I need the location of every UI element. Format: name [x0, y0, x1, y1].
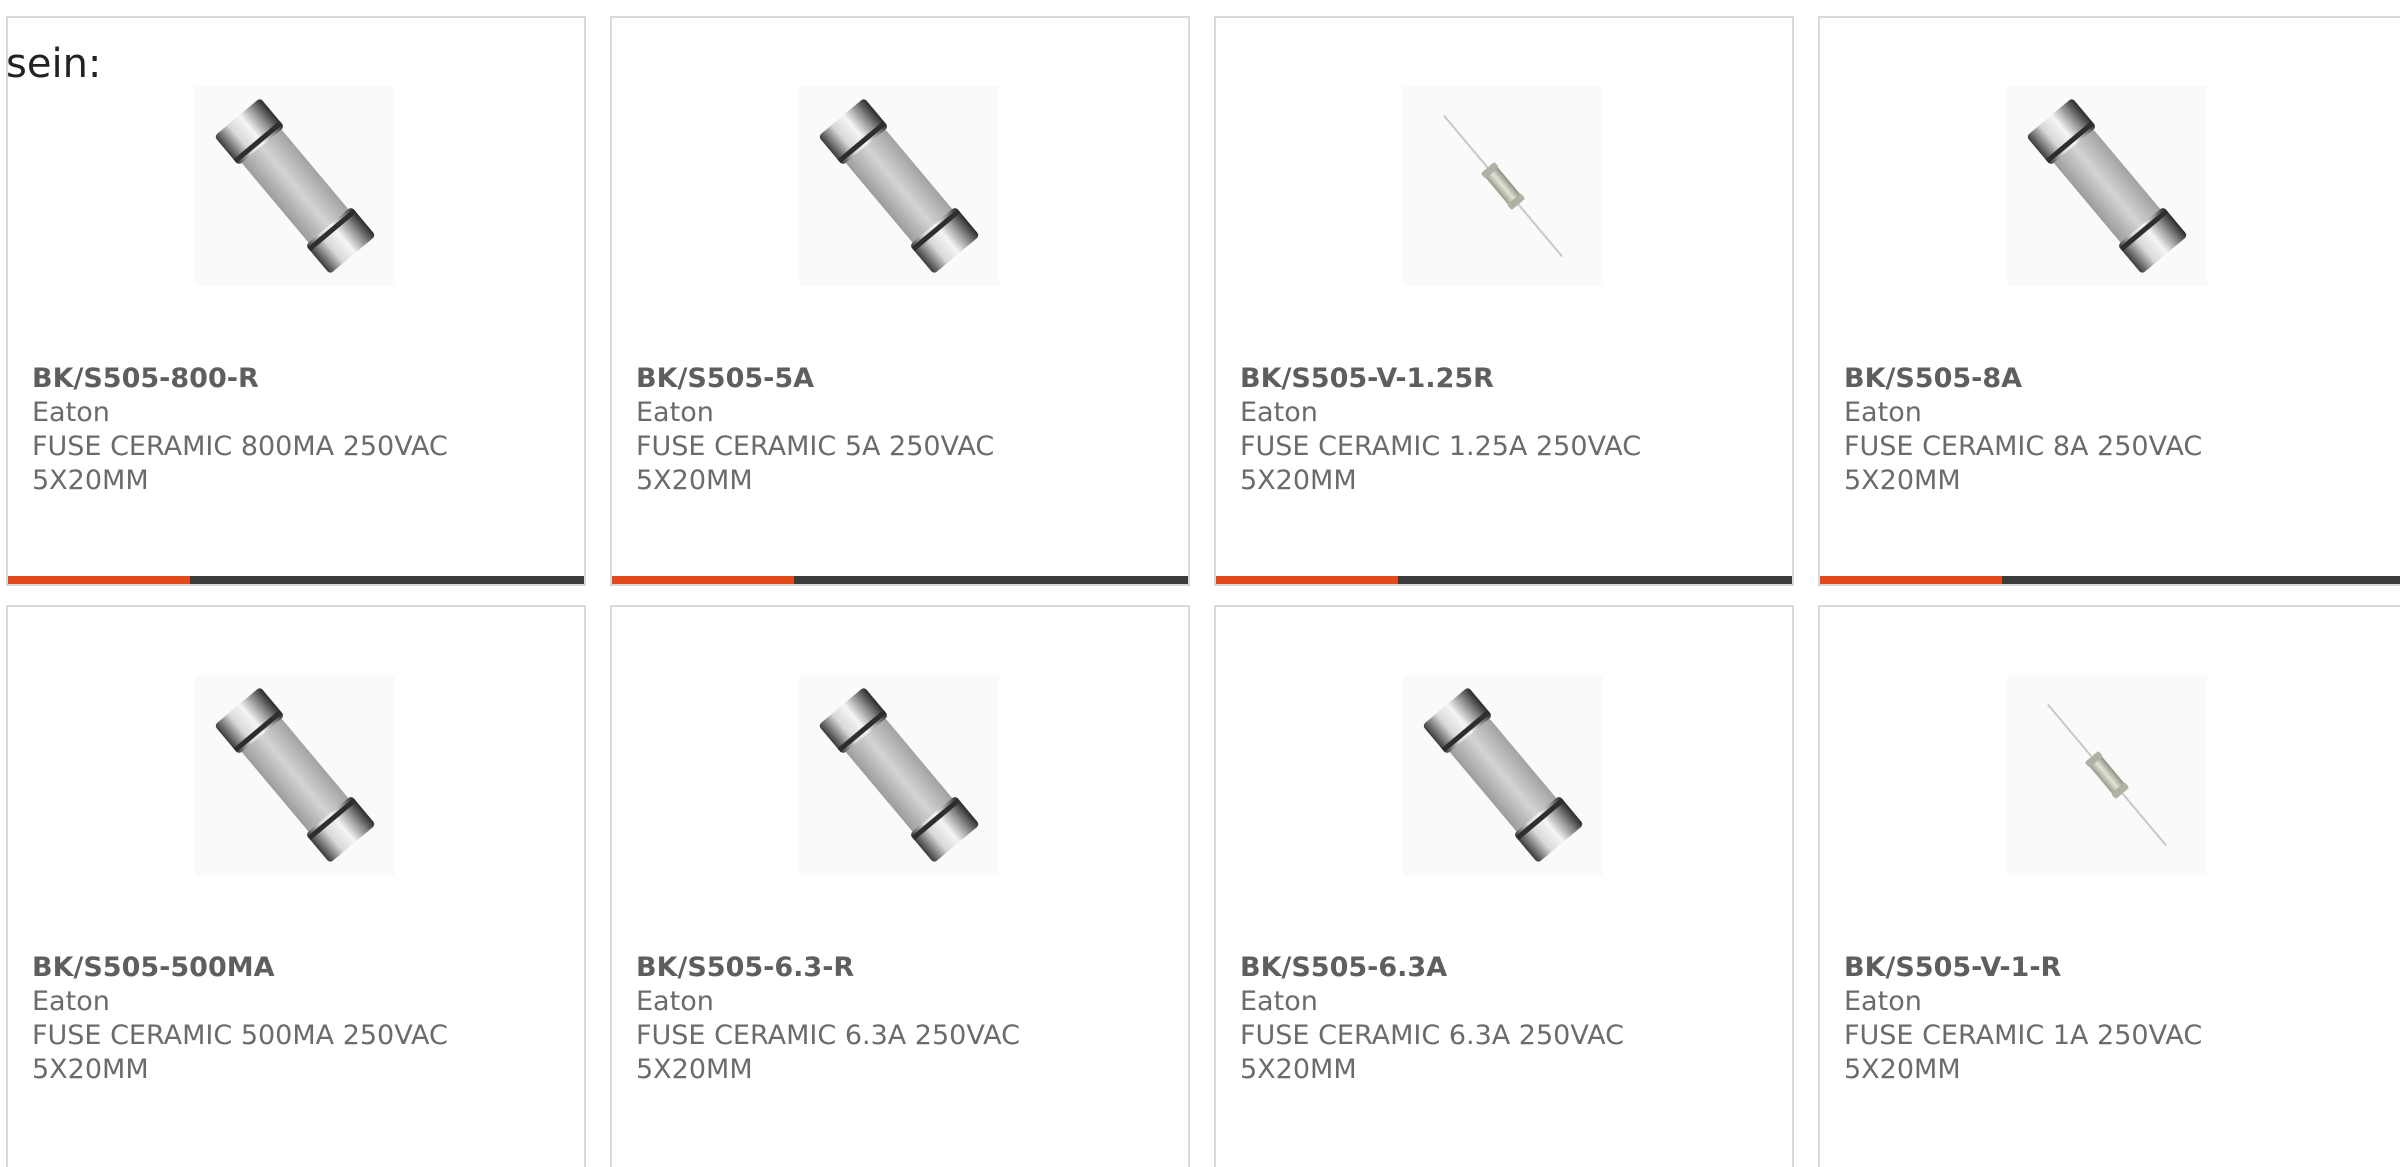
product-card[interactable]: BK/S505-5A Eaton FUSE CERAMIC 5A 250VAC …: [610, 16, 1190, 586]
part-number-link[interactable]: BK/S505-8A: [1844, 362, 2386, 396]
size: 5X20MM: [636, 465, 753, 496]
manufacturer: Eaton: [1240, 986, 1318, 1017]
part-number-link[interactable]: BK/S505-6.3-R: [636, 951, 1168, 985]
cartridge-fuse-icon: [215, 99, 375, 273]
part-number-link[interactable]: BK/S505-6.3A: [1240, 951, 1772, 985]
description: FUSE CERAMIC 1.25A 250VAC: [1240, 431, 1642, 462]
card-footer-bar: [1820, 576, 2400, 584]
product-info: BK/S505-500MA Eaton FUSE CERAMIC 500MA 2…: [32, 951, 564, 1087]
product-info: BK/S505-V-1.25R Eaton FUSE CERAMIC 1.25A…: [1240, 362, 1772, 498]
manufacturer: Eaton: [1240, 397, 1318, 428]
card-footer-bar: [1216, 576, 1792, 584]
product-card[interactable]: BK/S505-6.3-R Eaton FUSE CERAMIC 6.3A 25…: [610, 605, 1190, 1167]
product-card[interactable]: BK/S505-V-1.25R Eaton FUSE CERAMIC 1.25A…: [1214, 16, 1794, 586]
description: FUSE CERAMIC 1A 250VAC: [1844, 1020, 2203, 1051]
product-info: BK/S505-6.3A Eaton FUSE CERAMIC 6.3A 250…: [1240, 951, 1772, 1087]
product-card[interactable]: BK/S505-500MA Eaton FUSE CERAMIC 500MA 2…: [6, 605, 586, 1167]
size: 5X20MM: [1844, 465, 1961, 496]
part-number-link[interactable]: BK/S505-500MA: [32, 951, 564, 985]
description: FUSE CERAMIC 500MA 250VAC: [32, 1020, 448, 1051]
product-info: BK/S505-5A Eaton FUSE CERAMIC 5A 250VAC …: [636, 362, 1168, 498]
axial-lead-fuse-image[interactable]: [1403, 86, 1603, 286]
manufacturer: Eaton: [1844, 986, 1922, 1017]
size: 5X20MM: [1240, 1054, 1357, 1085]
axial-lead-fuse-icon: [2047, 703, 2167, 847]
product-card[interactable]: BK/S505-V-1-R Eaton FUSE CERAMIC 1A 250V…: [1818, 605, 2400, 1167]
product-card[interactable]: BK/S505-800-R Eaton FUSE CERAMIC 800MA 2…: [6, 16, 586, 586]
part-number-link[interactable]: BK/S505-V-1.25R: [1240, 362, 1772, 396]
part-number-link[interactable]: BK/S505-800-R: [32, 362, 564, 396]
card-footer-bar: [8, 576, 584, 584]
cartridge-fuse-icon: [2027, 99, 2187, 273]
manufacturer: Eaton: [32, 397, 110, 428]
part-number-link[interactable]: BK/S505-V-1-R: [1844, 951, 2386, 985]
cartridge-fuse-image[interactable]: [1403, 675, 1603, 875]
manufacturer: Eaton: [636, 986, 714, 1017]
cartridge-fuse-image[interactable]: [195, 86, 395, 286]
cartridge-fuse-image[interactable]: [195, 675, 395, 875]
card-accent: [1216, 576, 1398, 584]
card-footer-bar: [612, 576, 1188, 584]
product-info: BK/S505-V-1-R Eaton FUSE CERAMIC 1A 250V…: [1844, 951, 2386, 1087]
manufacturer: Eaton: [636, 397, 714, 428]
manufacturer: Eaton: [1844, 397, 1922, 428]
part-number-link[interactable]: BK/S505-5A: [636, 362, 1168, 396]
cartridge-fuse-icon: [819, 688, 979, 862]
manufacturer: Eaton: [32, 986, 110, 1017]
axial-lead-fuse-image[interactable]: [2007, 675, 2207, 875]
axial-lead-fuse-icon: [1443, 114, 1563, 258]
description: FUSE CERAMIC 6.3A 250VAC: [1240, 1020, 1624, 1051]
cartridge-fuse-icon: [1423, 688, 1583, 862]
card-accent: [1820, 576, 2002, 584]
description: FUSE CERAMIC 5A 250VAC: [636, 431, 995, 462]
cartridge-fuse-image[interactable]: [799, 675, 999, 875]
cartridge-fuse-icon: [819, 99, 979, 273]
cartridge-fuse-image[interactable]: [2007, 86, 2207, 286]
card-accent: [612, 576, 794, 584]
product-info: BK/S505-800-R Eaton FUSE CERAMIC 800MA 2…: [32, 362, 564, 498]
cartridge-fuse-image[interactable]: [799, 86, 999, 286]
size: 5X20MM: [32, 1054, 149, 1085]
cartridge-fuse-icon: [215, 688, 375, 862]
description: FUSE CERAMIC 800MA 250VAC: [32, 431, 448, 462]
size: 5X20MM: [32, 465, 149, 496]
product-card[interactable]: BK/S505-8A Eaton FUSE CERAMIC 8A 250VAC …: [1818, 16, 2400, 586]
product-grid-page: sein: BK/S505-800-R Eaton FUSE CERAMIC 8…: [0, 0, 2400, 1167]
size: 5X20MM: [636, 1054, 753, 1085]
size: 5X20MM: [1240, 465, 1357, 496]
product-info: BK/S505-8A Eaton FUSE CERAMIC 8A 250VAC …: [1844, 362, 2386, 498]
description: FUSE CERAMIC 6.3A 250VAC: [636, 1020, 1020, 1051]
card-accent: [8, 576, 190, 584]
description: FUSE CERAMIC 8A 250VAC: [1844, 431, 2203, 462]
product-card[interactable]: BK/S505-6.3A Eaton FUSE CERAMIC 6.3A 250…: [1214, 605, 1794, 1167]
size: 5X20MM: [1844, 1054, 1961, 1085]
intro-text: sein:: [6, 41, 102, 87]
product-info: BK/S505-6.3-R Eaton FUSE CERAMIC 6.3A 25…: [636, 951, 1168, 1087]
